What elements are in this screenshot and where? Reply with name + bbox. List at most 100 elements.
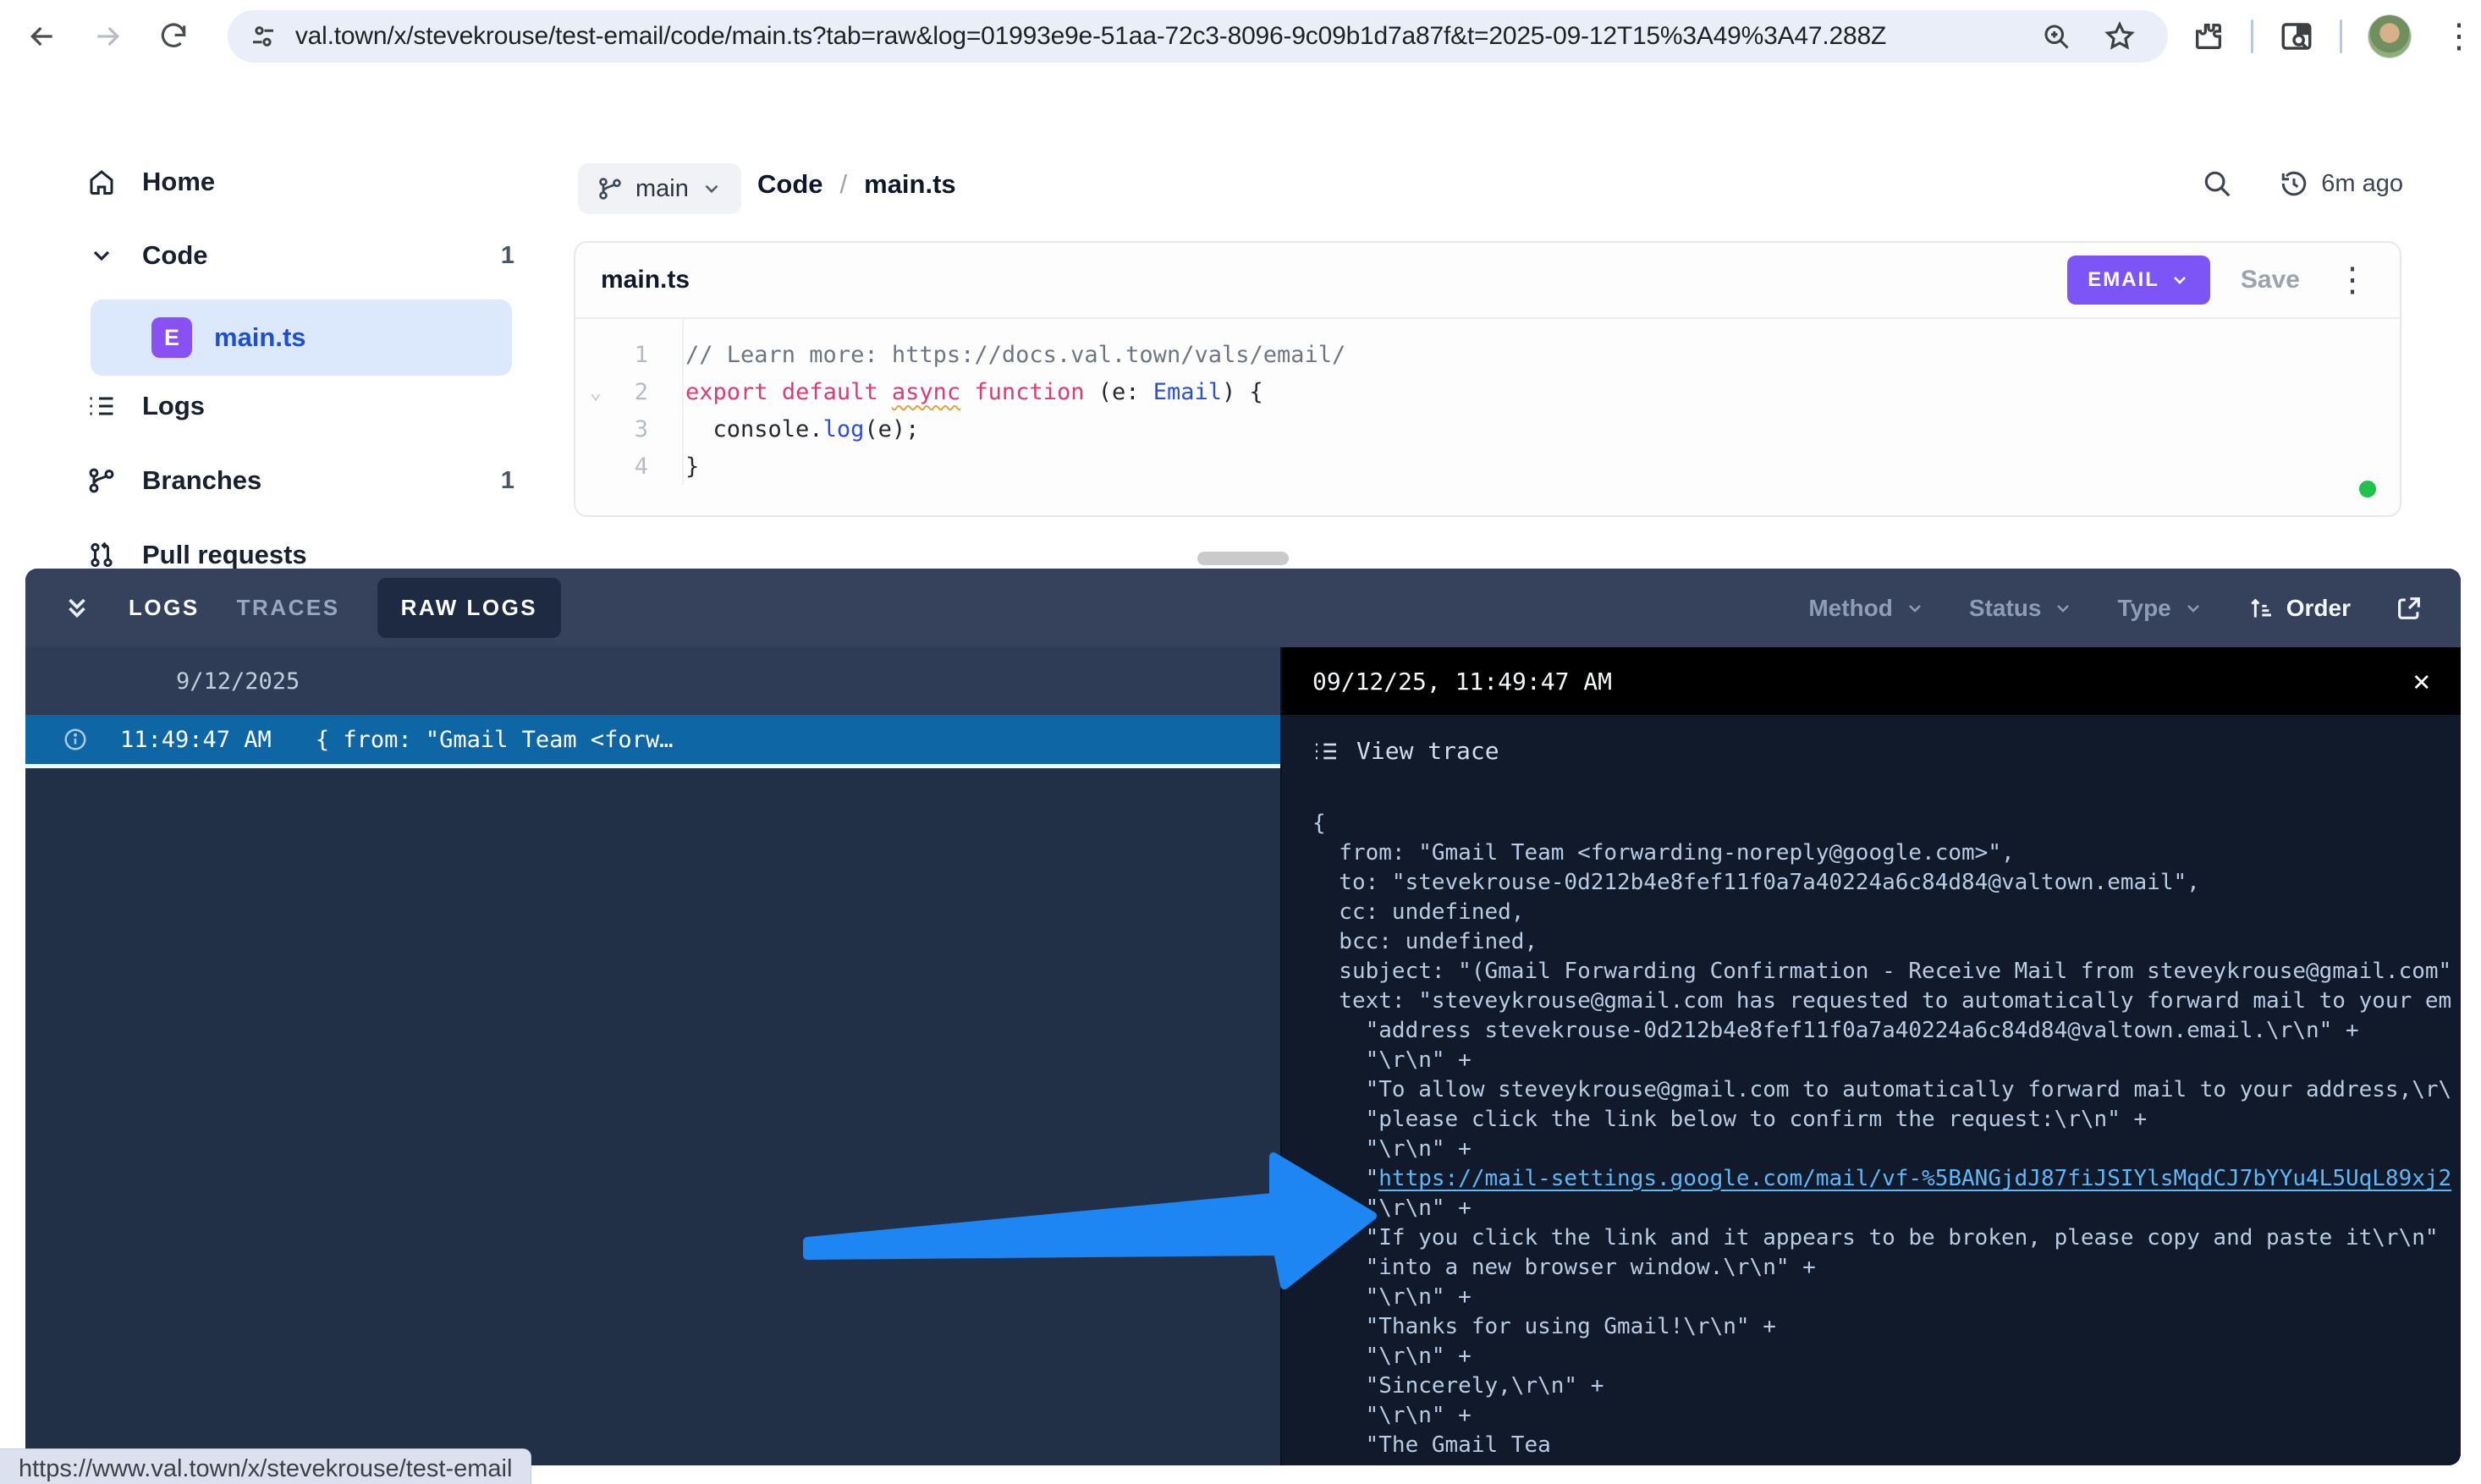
log-json-line: "The Gmail Tea <box>1312 1431 2461 1460</box>
sidebar-item-home[interactable]: Home <box>85 155 533 209</box>
pull-request-icon <box>85 540 118 570</box>
gutter-divider <box>682 319 684 485</box>
sidebar-item-main-ts[interactable]: E main.ts <box>91 300 512 376</box>
side-panel-search-icon[interactable] <box>2279 19 2314 54</box>
branch-icon <box>597 175 624 202</box>
logs-tabbar: LOGS TRACES RAW LOGS Method Status Type <box>25 569 2461 647</box>
filter-method[interactable]: Method <box>1808 595 1925 622</box>
log-json-line: "into a new browser window.\r\n" + <box>1312 1253 2461 1283</box>
editor-card: main.ts EMAIL Save ⋮ 1// Learn more: htt… <box>574 241 2401 517</box>
trace-list-icon <box>1312 738 1340 765</box>
line-number: 2 <box>616 379 665 405</box>
tab-traces[interactable]: TRACES <box>237 595 340 621</box>
code-line[interactable]: ⌄2export default async function (e: Emai… <box>575 373 2400 410</box>
confirmation-link[interactable]: https://mail-settings.google.com/mail/vf… <box>1378 1166 2451 1191</box>
fold-chevron-icon[interactable]: ⌄ <box>575 380 616 404</box>
bookmark-star-icon[interactable] <box>2104 20 2136 52</box>
sidebar-item-logs[interactable]: Logs <box>85 379 533 433</box>
log-json-line: to: "stevekrouse-0d212b4e8fef11f0a7a4022… <box>1312 868 2461 898</box>
breadcrumb-separator: / <box>840 169 848 200</box>
chevron-down-icon <box>701 178 723 200</box>
filter-type[interactable]: Type <box>2117 595 2203 622</box>
branches-count-badge: 1 <box>501 467 514 495</box>
browser-back-icon[interactable] <box>24 18 61 55</box>
address-bar[interactable]: val.town/x/stevekrouse/test-email/code/m… <box>228 10 2168 63</box>
logs-panel: LOGS TRACES RAW LOGS Method Status Type <box>25 569 2461 1465</box>
email-trigger-button[interactable]: EMAIL <box>2067 256 2210 305</box>
sidebar-item-label: Logs <box>142 391 205 421</box>
tab-raw-logs[interactable]: RAW LOGS <box>377 578 562 638</box>
editor-menu-icon[interactable]: ⋮ <box>2330 263 2374 297</box>
log-json-body: { from: "Gmail Team <forwarding-noreply@… <box>1312 809 2461 1465</box>
browser-forward-icon[interactable] <box>90 18 127 55</box>
log-json-line: "To allow steveykrouse@gmail.com to auto… <box>1312 1075 2461 1105</box>
log-date-header: 9/12/2025 <box>25 647 1280 715</box>
line-number: 3 <box>616 416 665 442</box>
last-run-label: 6m ago <box>2321 170 2403 198</box>
code-count-badge: 1 <box>501 242 514 270</box>
save-button[interactable]: Save <box>2241 266 2300 294</box>
chevron-down-icon <box>2053 598 2073 618</box>
branch-icon <box>85 465 118 496</box>
toolbar-divider <box>2251 19 2253 53</box>
log-row-preview: { from: "Gmail Team <forw… <box>316 727 674 753</box>
log-json-line: "https://mail-settings.google.com/mail/v… <box>1312 1164 2461 1194</box>
sidebar-item-label: Branches <box>142 465 261 496</box>
site-settings-icon[interactable] <box>248 21 278 52</box>
filter-status-label: Status <box>1969 595 2042 622</box>
url-text[interactable]: val.town/x/stevekrouse/test-email/code/m… <box>295 22 2041 51</box>
order-button[interactable]: Order <box>2247 595 2351 622</box>
file-name-label: main.ts <box>214 322 306 353</box>
branch-selector[interactable]: main <box>578 163 741 214</box>
panel-resize-handle[interactable] <box>1197 552 1289 565</box>
last-run-time[interactable]: 6m ago <box>2279 168 2403 199</box>
log-json-line: "\r\n" + <box>1312 1401 2461 1431</box>
log-json-line: subject: "(Gmail Forwarding Confirmation… <box>1312 957 2461 987</box>
breadcrumb-section[interactable]: Code <box>757 169 823 200</box>
connection-status-dot <box>2359 481 2376 497</box>
view-trace-link[interactable]: View trace <box>1312 737 2461 765</box>
log-row-time: 11:49:47 AM <box>120 727 272 753</box>
breadcrumb-file[interactable]: main.ts <box>864 169 956 200</box>
log-json-line: "If you click the link and it appears to… <box>1312 1223 2461 1253</box>
history-clock-icon <box>2279 168 2309 199</box>
browser-menu-icon[interactable]: ⋮ <box>2437 19 2481 53</box>
log-json-line: text: "steveykrouse@gmail.com has reques… <box>1312 987 2461 1016</box>
chevron-down-icon <box>1905 598 1925 618</box>
log-detail-header: 09/12/25, 11:49:47 AM ✕ <box>1282 647 2461 715</box>
search-icon[interactable] <box>2201 168 2233 200</box>
profile-avatar[interactable] <box>2368 14 2412 58</box>
log-json-line: cc: undefined, <box>1312 898 2461 927</box>
filter-status[interactable]: Status <box>1969 595 2074 622</box>
code-text: console.log(e); <box>665 416 919 442</box>
page: val.town/x/stevekrouse/test-email/code/m… <box>0 0 2481 1484</box>
email-button-label: EMAIL <box>2088 268 2159 292</box>
log-json-line: "Thanks for using Gmail!\r\n" + <box>1312 1312 2461 1342</box>
zoom-page-icon[interactable] <box>2041 21 2071 52</box>
close-icon[interactable]: ✕ <box>2413 664 2430 698</box>
log-json-line: "address stevekrouse-0d212b4e8fef11f0a7a… <box>1312 1016 2461 1046</box>
log-list-empty-area <box>25 768 1280 1465</box>
sidebar-item-label: Pull requests <box>142 540 307 570</box>
extensions-icon[interactable] <box>2192 19 2225 53</box>
sort-ascending-icon <box>2247 595 2275 622</box>
email-val-badge: E <box>151 317 192 358</box>
breadcrumb: Code / main.ts <box>757 169 956 200</box>
log-row-selected[interactable]: 11:49:47 AM { from: "Gmail Team <forw… <box>25 715 1280 768</box>
log-json-line: "\r\n" + <box>1312 1194 2461 1223</box>
log-json-line: "\r\n" + <box>1312 1135 2461 1164</box>
chevron-down-icon <box>2170 270 2190 290</box>
collapse-panel-icon[interactable] <box>63 594 91 623</box>
code-editor[interactable]: 1// Learn more: https://docs.val.town/va… <box>575 319 2400 485</box>
tab-logs[interactable]: LOGS <box>129 595 200 621</box>
filter-type-label: Type <box>2117 595 2170 622</box>
browser-reload-icon[interactable] <box>155 18 192 55</box>
chevron-down-icon[interactable] <box>85 242 118 269</box>
sidebar-item-label: Home <box>142 167 215 197</box>
code-line[interactable]: 3 console.log(e); <box>575 410 2400 448</box>
code-line[interactable]: 4} <box>575 448 2400 485</box>
sidebar-item-code[interactable]: Code 1 <box>85 228 533 283</box>
sidebar-item-branches[interactable]: Branches 1 <box>85 453 533 508</box>
open-in-new-icon[interactable] <box>2395 594 2423 623</box>
code-line[interactable]: 1// Learn more: https://docs.val.town/va… <box>575 336 2400 373</box>
